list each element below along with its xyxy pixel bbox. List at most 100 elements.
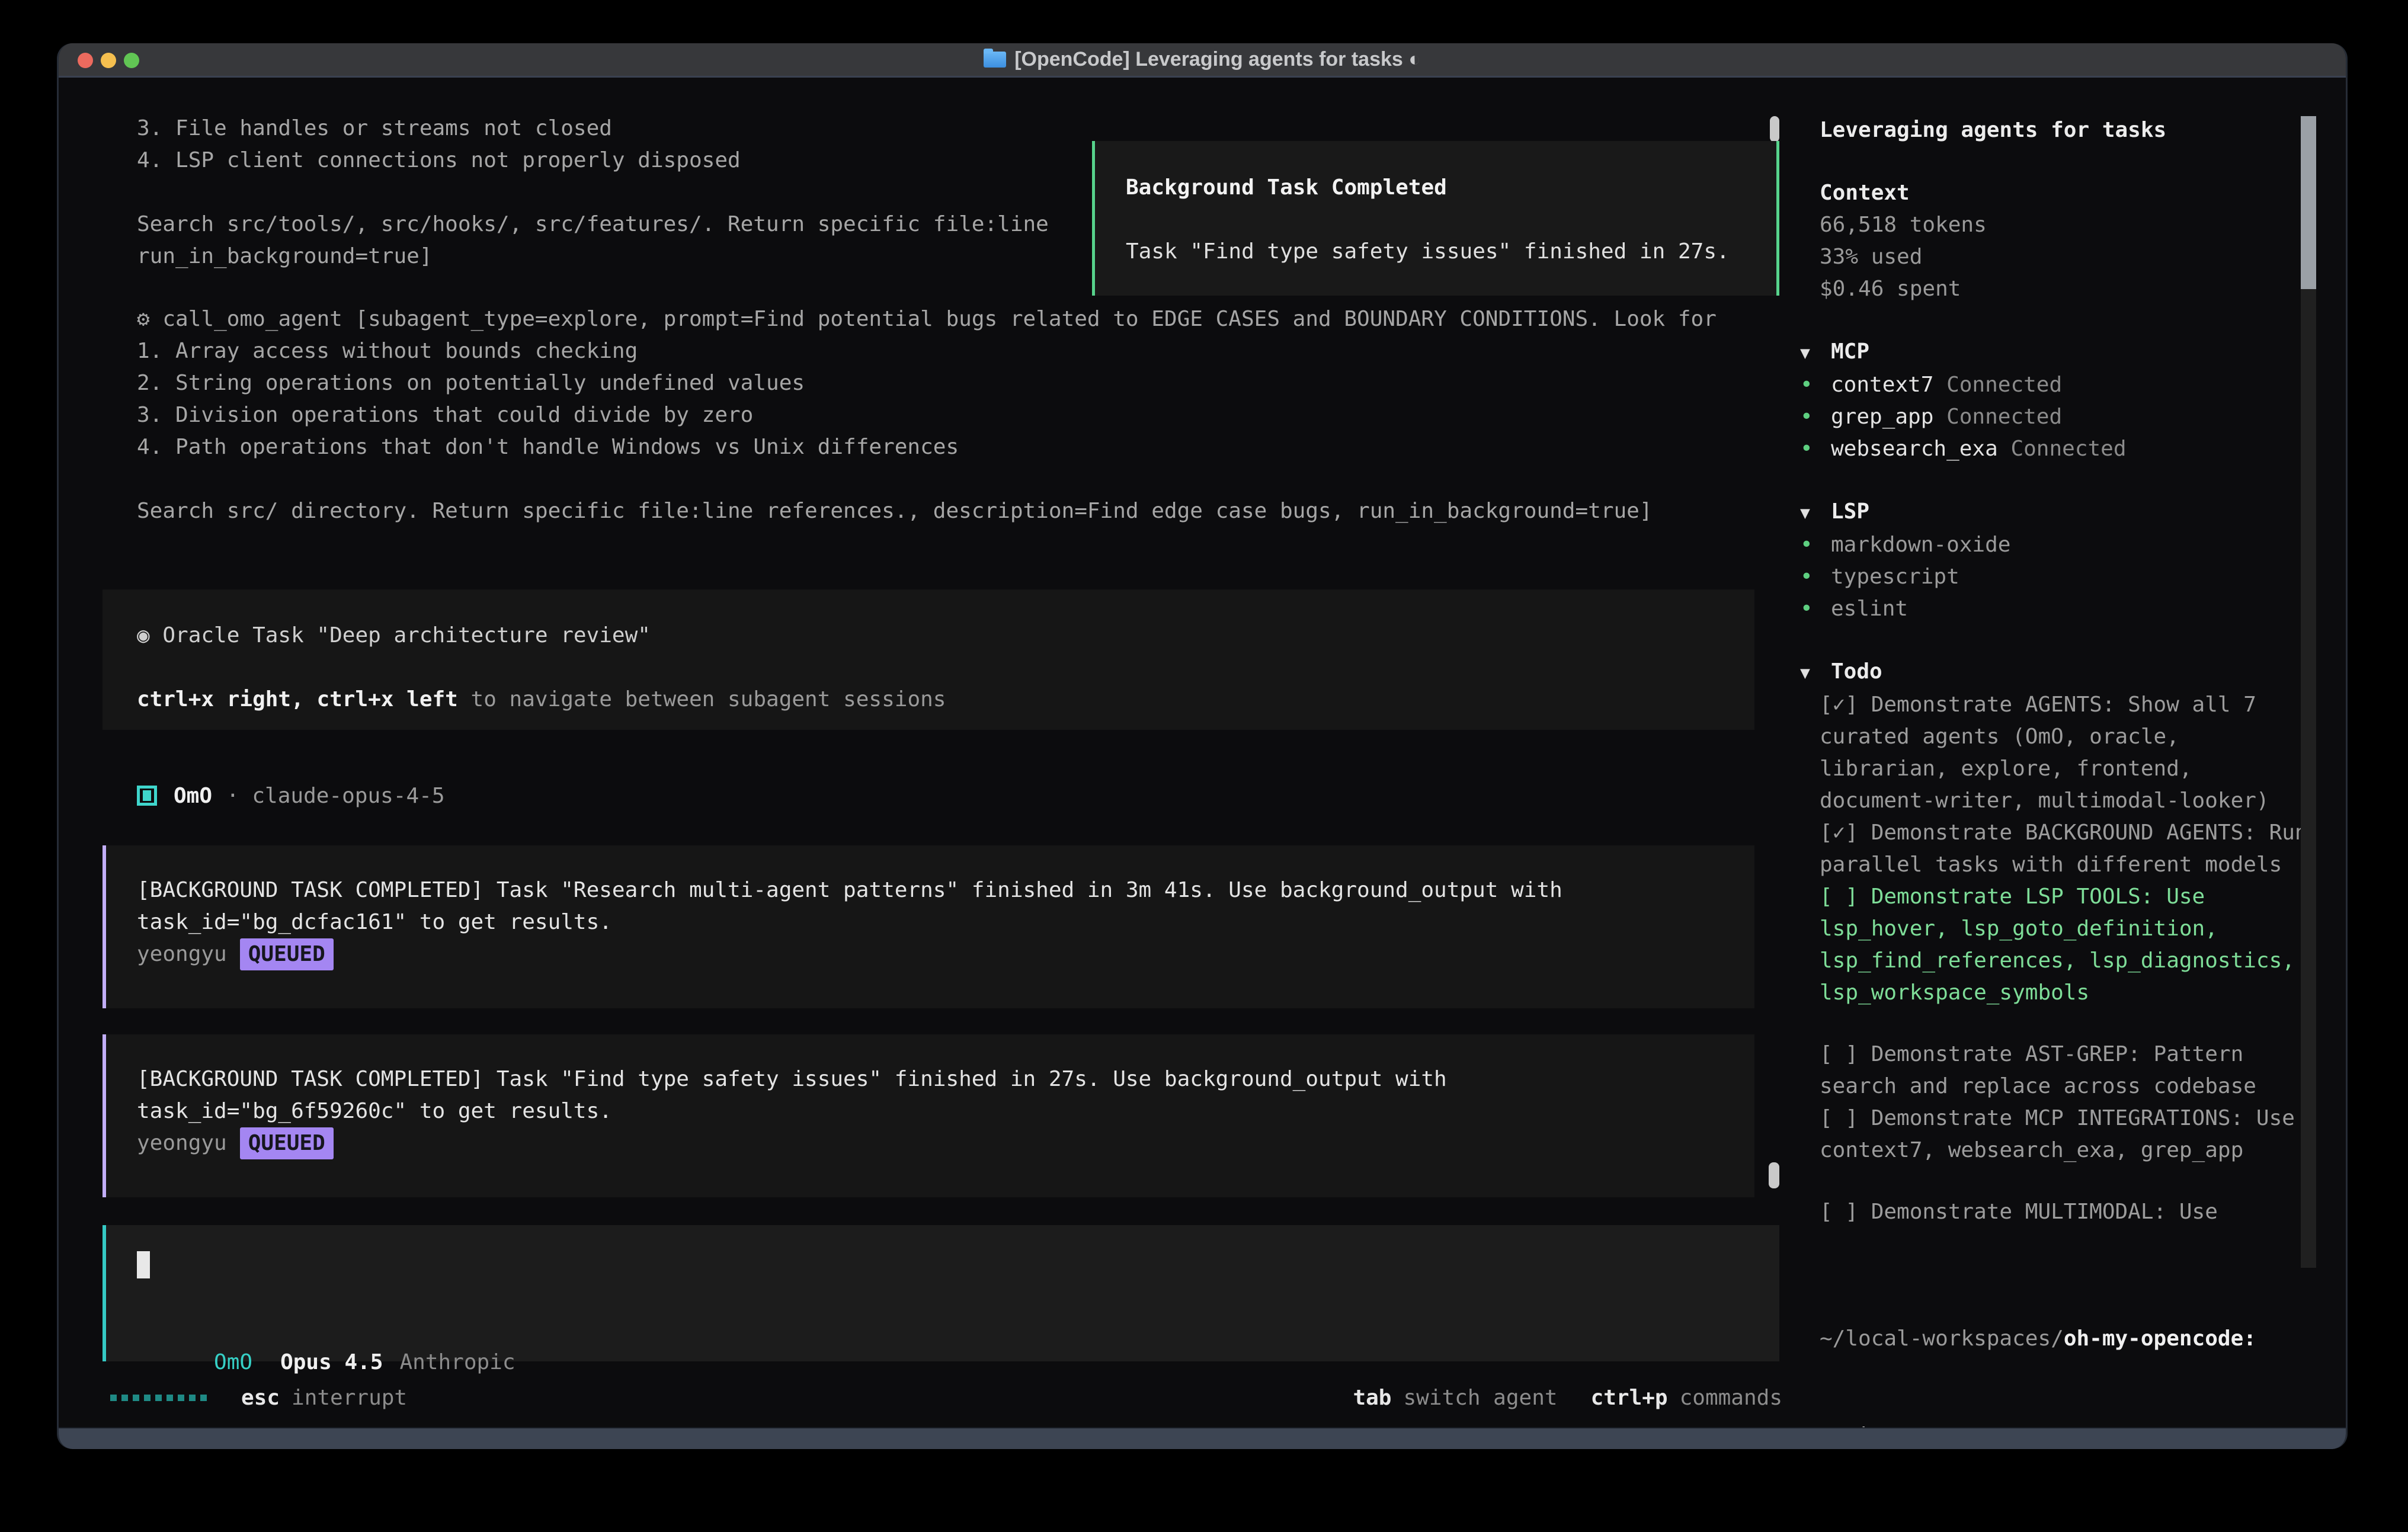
- chevron-down-icon: ▼: [1800, 497, 1831, 529]
- todo-section-header[interactable]: ▼Todo: [1800, 656, 2316, 689]
- agent-name: OmO: [174, 784, 212, 808]
- chevron-down-icon: ▼: [1800, 657, 1831, 689]
- notification-title: Background Task Completed: [1126, 172, 1447, 204]
- hint-text: to navigate between subagent sessions: [458, 687, 946, 711]
- gear-icon: ⚙: [137, 307, 150, 331]
- mcp-item: •context7 Connected: [1800, 369, 2316, 401]
- status-dot-icon: •: [1800, 433, 1831, 465]
- session-title: Leveraging agents for tasks: [1820, 114, 2316, 146]
- mcp-item: •websearch_exa Connected: [1800, 433, 2316, 465]
- agent-call-item: 3. Division operations that could divide…: [137, 399, 1717, 431]
- status-bar: esc interrupt tab switch agent ctrl+p co…: [110, 1382, 1782, 1414]
- mcp-section: ▼MCP •context7 Connected •grep_app Conne…: [1800, 336, 2316, 465]
- hint-key-left: ctrl+x left: [304, 687, 458, 711]
- scrollback-text: 3. File handles or streams not closed 4.…: [137, 113, 1049, 273]
- todo-item-done: [✓] Demonstrate BACKGROUND AGENTS: Run p…: [1820, 817, 2316, 881]
- agent-call-footer: Search src/ directory. Return specific f…: [137, 495, 1717, 527]
- oracle-task-box: ◉ Oracle Task "Deep architecture review"…: [103, 589, 1754, 730]
- todo-item-active: [ ] Demonstrate LSP TOOLS: Use lsp_hover…: [1820, 881, 2316, 1009]
- input-model-name: Opus 4.5: [280, 1350, 383, 1374]
- message-author: yeongyu: [137, 942, 227, 966]
- status-dot-icon: •: [1800, 561, 1831, 593]
- todo-item-done: [✓] Demonstrate AGENTS: Show all 7 curat…: [1820, 689, 2316, 817]
- chevron-down-icon: ▼: [1800, 337, 1831, 369]
- window-footer: [59, 1427, 2346, 1449]
- omo-agent-icon: [137, 786, 157, 806]
- agent-call-item: 2. String operations on potentially unde…: [137, 367, 1717, 399]
- todo-item-pending: [ ] Demonstrate AST-GREP: Pattern search…: [1820, 1039, 2316, 1102]
- message-meta: yeongyu QUEUED: [137, 938, 334, 970]
- status-dot-icon: •: [1800, 529, 1831, 561]
- lsp-item: •markdown-oxide: [1800, 529, 2316, 561]
- workspace-path: ~/local-workspaces/oh-my-opencode: maste…: [1820, 1259, 2316, 1449]
- maximize-button[interactable]: [124, 53, 139, 68]
- agent-call-line: ⚙ call_omo_agent [subagent_type=explore,…: [137, 303, 1717, 335]
- message-meta: yeongyuQUEUED: [137, 1127, 334, 1159]
- status-dot-icon: •: [1800, 401, 1831, 433]
- mcp-item: •grep_app Connected: [1800, 401, 2316, 433]
- tab-key-hint: tab: [1353, 1386, 1391, 1410]
- minimize-button[interactable]: [101, 53, 116, 68]
- background-task-notification: Background Task Completed Task "Find typ…: [1092, 141, 1779, 296]
- lsp-section: ▼LSP •markdown-oxide •typescript •eslint: [1800, 496, 2316, 625]
- message-line: task_id="bg_6f59260c" to get results.: [137, 1095, 612, 1127]
- agent-model: · claude-opus-4-5: [226, 784, 444, 808]
- scrollback-line: run_in_background=true]: [137, 241, 1049, 273]
- scrollback-line: Search src/tools/, src/hooks/, src/featu…: [137, 209, 1049, 241]
- queued-badge: QUEUED: [240, 1127, 334, 1159]
- background-task-message: [BACKGROUND TASK COMPLETED] Task "Resear…: [103, 845, 1754, 1008]
- terminal-window: [OpenCode] Leveraging agents for tasks ◐…: [57, 43, 2348, 1449]
- traffic-lights: [78, 53, 139, 68]
- queued-badge: QUEUED: [240, 938, 334, 970]
- context-section: Context 66,518 tokens 33% used $0.46 spe…: [1820, 177, 2316, 305]
- scrollback-line: 3. File handles or streams not closed: [137, 113, 1049, 145]
- status-dot-icon: •: [1800, 369, 1831, 401]
- context-heading: Context: [1820, 177, 2316, 209]
- esc-key-hint: esc: [241, 1386, 280, 1410]
- input-provider-name: Anthropic: [399, 1350, 515, 1374]
- sidebar-scrollbar-track[interactable]: [2301, 116, 2316, 1268]
- message-line: [BACKGROUND TASK COMPLETED] Task "Resear…: [137, 874, 1562, 906]
- working-spinner-icon: [110, 1395, 207, 1401]
- blank-line: [137, 463, 1717, 495]
- todo-section: ▼Todo [✓] Demonstrate AGENTS: Show all 7…: [1800, 656, 2316, 1228]
- lsp-item: •typescript: [1800, 561, 2316, 593]
- sidebar-scrollbar-thumb[interactable]: [2301, 116, 2316, 289]
- context-used: 33% used: [1820, 241, 2316, 273]
- lsp-section-header[interactable]: ▼LSP: [1800, 496, 2316, 529]
- oracle-task-title: ◉ Oracle Task "Deep architecture review": [137, 620, 651, 652]
- status-dot-icon: •: [1800, 593, 1831, 625]
- input-agent-name: OmO: [214, 1350, 252, 1374]
- ctrlp-key-label: commands: [1680, 1386, 1782, 1410]
- lsp-item: •eslint: [1800, 593, 2316, 625]
- oracle-navigation-hint: ctrl+x right, ctrl+x left to navigate be…: [137, 684, 946, 716]
- scrollback-line: 4. LSP client connections not properly d…: [137, 145, 1049, 177]
- agent-call-block: ⚙ call_omo_agent [subagent_type=explore,…: [137, 303, 1717, 527]
- window-title: [OpenCode] Leveraging agents for tasks ◐: [1014, 48, 1421, 71]
- close-button[interactable]: [78, 53, 93, 68]
- agent-call-item: 1. Array access without bounds checking: [137, 335, 1717, 367]
- prompt-input[interactable]: OmOOpus 4.5Anthropic: [103, 1225, 1779, 1361]
- agent-call-item: 4. Path operations that don't handle Win…: [137, 431, 1717, 463]
- text-cursor: [137, 1251, 150, 1278]
- scrollback-line: [137, 177, 1049, 209]
- todo-item-pending: [ ] Demonstrate MULTIMODAL: Use: [1820, 1196, 2316, 1228]
- tab-key-label: switch agent: [1403, 1386, 1557, 1410]
- titlebar[interactable]: [OpenCode] Leveraging agents for tasks ◐: [59, 43, 2346, 78]
- agent-call-text: call_omo_agent [subagent_type=explore, p…: [162, 307, 1717, 331]
- esc-key-label: interrupt: [292, 1386, 407, 1410]
- context-spent: $0.46 spent: [1820, 273, 2316, 305]
- todo-item-pending: [ ] Demonstrate MCP INTEGRATIONS: Use co…: [1820, 1102, 2316, 1166]
- message-line: task_id="bg_dcfac161" to get results.: [137, 906, 612, 938]
- message-line: [BACKGROUND TASK COMPLETED] Task "Find t…: [137, 1063, 1447, 1095]
- folder-icon: [984, 52, 1006, 68]
- agent-session-header: OmO · claude-opus-4-5: [137, 780, 445, 812]
- main-scrollbar-thumb-top[interactable]: [1770, 116, 1779, 142]
- notification-body: Task "Find type safety issues" finished …: [1126, 236, 1730, 268]
- hint-key-right: ctrl+x right,: [137, 687, 304, 711]
- main-scrollbar-thumb[interactable]: [1769, 1162, 1779, 1188]
- context-tokens: 66,518 tokens: [1820, 209, 2316, 241]
- mcp-section-header[interactable]: ▼MCP: [1800, 336, 2316, 369]
- background-task-message: [BACKGROUND TASK COMPLETED] Task "Find t…: [103, 1034, 1754, 1197]
- ctrlp-key-hint: ctrl+p: [1591, 1386, 1668, 1410]
